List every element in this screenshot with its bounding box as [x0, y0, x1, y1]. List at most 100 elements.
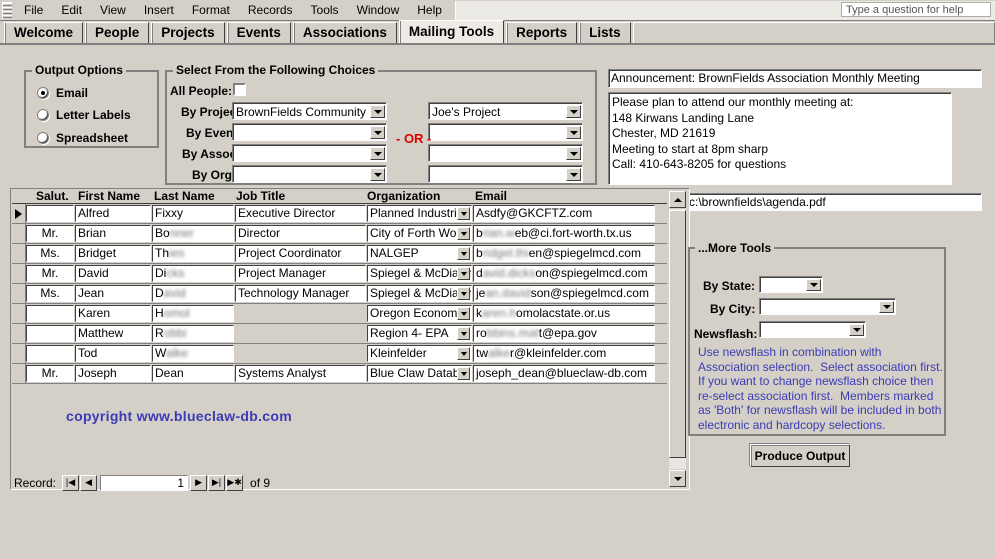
menu-item-help[interactable]: Help — [408, 1, 451, 19]
chevron-down-icon[interactable] — [457, 347, 470, 360]
cell-organization[interactable]: Oregon Economic — [367, 305, 472, 322]
chevron-down-icon[interactable] — [370, 168, 385, 181]
cell-last-name[interactable]: Bonner — [152, 225, 234, 242]
cell-organization[interactable]: Spiegel & McDiarm — [367, 265, 472, 282]
tab-mailing-tools[interactable]: Mailing Tools — [398, 20, 505, 43]
menu-item-insert[interactable]: Insert — [135, 1, 183, 19]
radio-spreadsheet[interactable] — [37, 132, 49, 144]
chevron-down-icon[interactable] — [806, 279, 821, 291]
cell-organization[interactable]: Region 4- EPA — [367, 325, 472, 342]
cell-last-name[interactable]: David — [152, 285, 234, 302]
all-people-checkbox[interactable] — [233, 83, 246, 96]
tab-associations[interactable]: Associations — [292, 22, 397, 43]
cell-last-name[interactable]: Robbi — [152, 325, 234, 342]
cell-organization[interactable]: Spiegel & McDiarm — [367, 285, 472, 302]
row-selector[interactable] — [12, 304, 26, 323]
row-selector[interactable] — [12, 284, 26, 303]
cell-organization[interactable]: Planned Industrial — [367, 205, 472, 222]
cell-email[interactable]: joseph_dean@blueclaw-db.com — [473, 365, 655, 382]
cell-last-name[interactable]: Thies — [152, 245, 234, 262]
tab-reports[interactable]: Reports — [506, 22, 578, 43]
column-header-last-name[interactable]: Last Name — [154, 190, 215, 204]
row-selector[interactable] — [12, 264, 26, 283]
cell-first-name[interactable]: David — [75, 265, 151, 282]
cell-salutation[interactable] — [26, 325, 74, 342]
cell-first-name[interactable]: Joseph — [75, 365, 151, 382]
menu-item-edit[interactable]: Edit — [52, 1, 91, 19]
column-header-salutation[interactable]: Salut. — [36, 190, 69, 204]
column-header-email[interactable]: Email — [475, 190, 507, 204]
menu-item-records[interactable]: Records — [239, 1, 302, 19]
cell-organization[interactable]: Blue Claw Databa — [367, 365, 472, 382]
chevron-down-icon[interactable] — [566, 168, 581, 181]
cell-job-title[interactable]: Director — [235, 225, 366, 242]
by-project-left-combo[interactable]: BrownFields Community Netw — [232, 102, 387, 120]
datasheet-vertical-scrollbar[interactable] — [667, 190, 688, 488]
people-datasheet[interactable]: Salut. First Name Last Name Job Title Or… — [10, 188, 690, 490]
chevron-down-icon[interactable] — [566, 105, 581, 118]
chevron-down-icon[interactable] — [457, 287, 470, 300]
cell-email[interactable]: david.dickson@spiegelmcd.com — [473, 265, 655, 282]
cell-salutation[interactable] — [26, 205, 74, 222]
by-project-right-combo[interactable]: Joe's Project — [428, 102, 583, 120]
cell-email[interactable]: karen.homolacstate.or.us — [473, 305, 655, 322]
cell-salutation[interactable]: Ms. — [26, 285, 74, 302]
cell-last-name[interactable]: Fixxy — [152, 205, 234, 222]
cell-job-title[interactable]: Project Manager — [235, 265, 366, 282]
cell-job-title[interactable]: Systems Analyst — [235, 365, 366, 382]
by-org-right-combo[interactable] — [428, 165, 583, 183]
chevron-down-icon[interactable] — [370, 147, 385, 160]
new-record-icon[interactable]: ▶✱ — [226, 474, 244, 491]
chevron-down-icon[interactable] — [370, 105, 385, 118]
by-state-combo[interactable] — [759, 276, 823, 293]
cell-salutation[interactable]: Mr. — [26, 225, 74, 242]
tab-events[interactable]: Events — [226, 22, 291, 43]
cell-first-name[interactable]: Tod — [75, 345, 151, 362]
cell-salutation[interactable] — [26, 305, 74, 322]
last-record-icon[interactable]: ▶| — [208, 474, 226, 491]
cell-salutation[interactable]: Mr. — [26, 265, 74, 282]
scroll-up-icon[interactable] — [669, 191, 686, 208]
chevron-down-icon[interactable] — [566, 147, 581, 160]
tab-lists[interactable]: Lists — [579, 22, 631, 43]
chevron-down-icon[interactable] — [457, 207, 470, 220]
chevron-down-icon[interactable] — [457, 227, 470, 240]
row-selector[interactable] — [12, 324, 26, 343]
menu-item-view[interactable]: View — [91, 1, 135, 19]
menu-item-tools[interactable]: Tools — [302, 1, 348, 19]
tab-welcome[interactable]: Welcome — [4, 22, 84, 43]
by-org-left-combo[interactable] — [232, 165, 387, 183]
record-number-input[interactable]: 1 — [100, 474, 189, 491]
previous-record-icon[interactable]: ◀ — [80, 474, 98, 491]
scrollbar-thumb[interactable] — [669, 210, 686, 458]
next-record-icon[interactable]: ▶ — [190, 474, 208, 491]
produce-output-button[interactable]: Produce Output — [750, 444, 850, 467]
column-header-organization[interactable]: Organization — [367, 190, 440, 204]
by-city-combo[interactable] — [759, 298, 896, 315]
cell-organization[interactable]: Kleinfelder — [367, 345, 472, 362]
table-row[interactable]: Mr. Joseph Dean Systems Analyst Blue Claw Da… — [12, 364, 667, 384]
column-header-first-name[interactable]: First Name — [78, 190, 140, 204]
cell-organization[interactable]: City of Forth Worth — [367, 225, 472, 242]
cell-organization[interactable]: NALGEP — [367, 245, 472, 262]
row-selector[interactable] — [12, 204, 26, 223]
cell-email[interactable]: bridget.thien@spiegelmcd.com — [473, 245, 655, 262]
table-row[interactable]: Karen Homol Oregon Economic karen.homolacst… — [12, 304, 667, 324]
cell-last-name[interactable]: Homol — [152, 305, 234, 322]
attachment-path-input[interactable]: c:\brownfields\agenda.pdf — [686, 193, 982, 211]
radio-letter-labels[interactable] — [37, 109, 49, 121]
chevron-down-icon[interactable] — [566, 126, 581, 139]
chevron-down-icon[interactable] — [457, 307, 470, 320]
table-row[interactable]: Ms. Jean David Technology Manager Spiegel & … — [12, 284, 667, 304]
table-row[interactable]: Mr. Brian Bonner Director City of Forth Wort… — [12, 224, 667, 244]
by-event-right-combo[interactable] — [428, 123, 583, 141]
chevron-down-icon[interactable] — [457, 267, 470, 280]
row-selector[interactable] — [12, 224, 26, 243]
row-selector[interactable] — [12, 344, 26, 363]
cell-email[interactable]: jean.davidson@spiegelmcd.com — [473, 285, 655, 302]
cell-last-name[interactable]: Dean — [152, 365, 234, 382]
chevron-down-icon[interactable] — [457, 367, 470, 380]
table-row[interactable]: Ms. Bridget Thies Project Coordinator NALGEP… — [12, 244, 667, 264]
cell-first-name[interactable]: Alfred — [75, 205, 151, 222]
cell-last-name[interactable]: Walke — [152, 345, 234, 362]
